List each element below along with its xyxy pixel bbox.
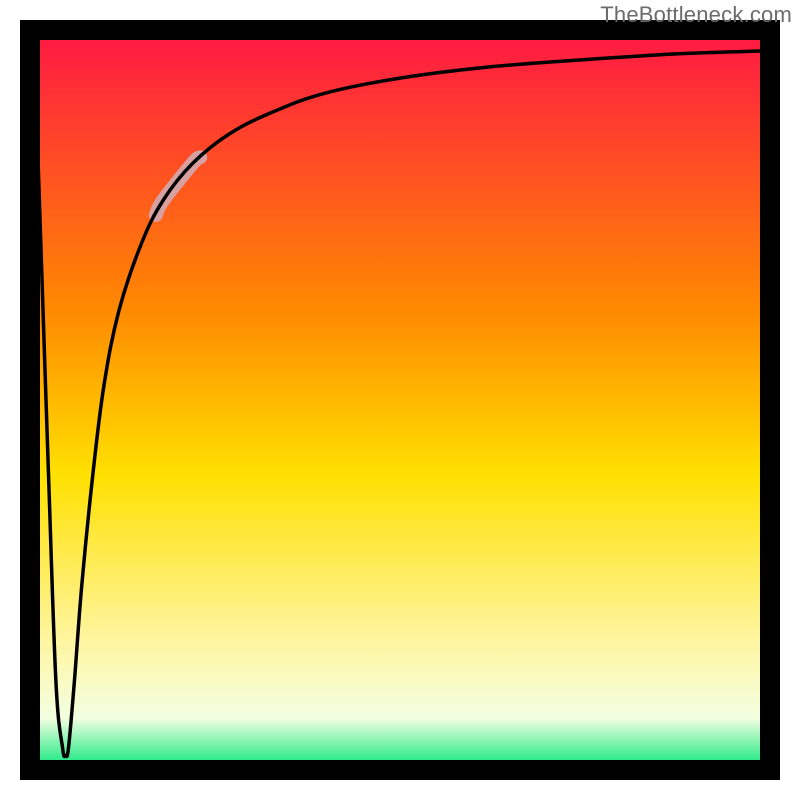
watermark-text: TheBottleneck.com [600,2,792,28]
bottleneck-chart [0,0,800,800]
plot-background [30,30,770,770]
chart-container: TheBottleneck.com [0,0,800,800]
